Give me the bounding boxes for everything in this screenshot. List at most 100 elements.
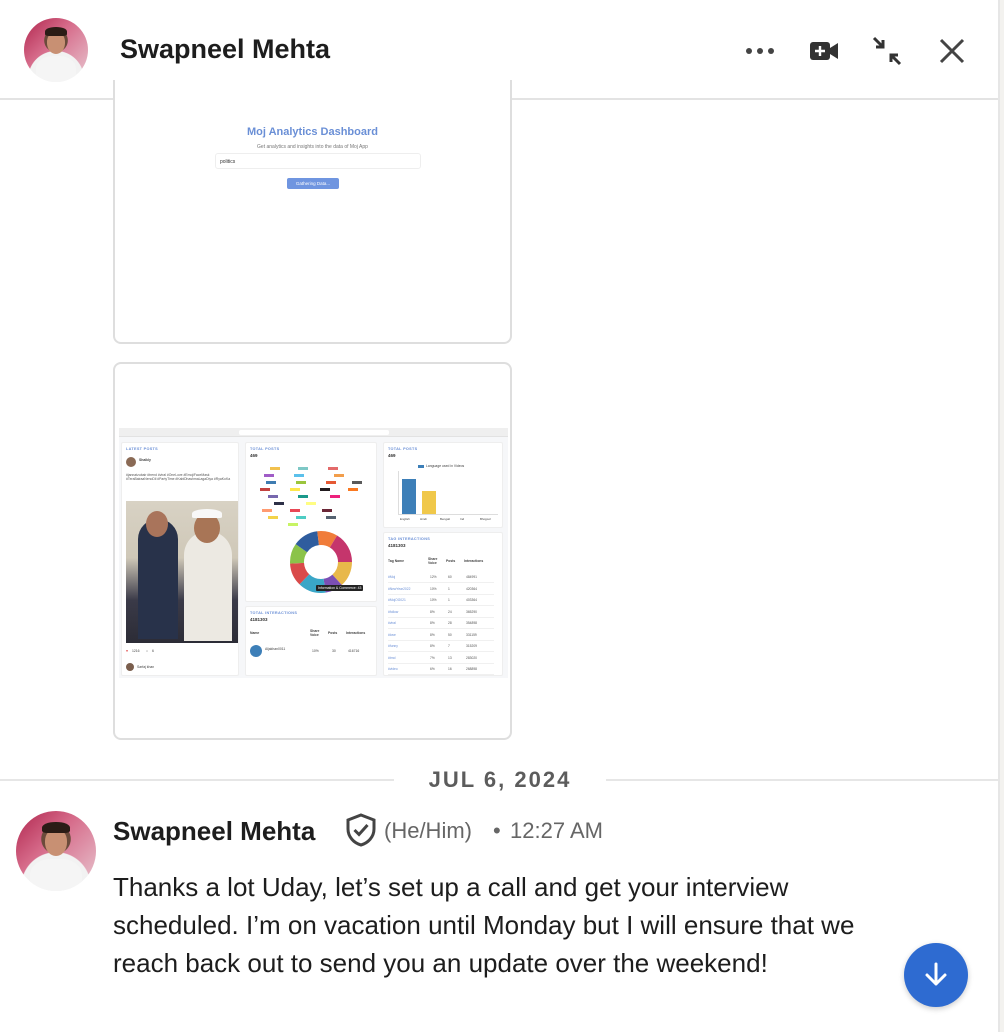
video-call-button[interactable] xyxy=(801,28,847,74)
close-button[interactable] xyxy=(929,28,975,74)
tag-name-cell: #love xyxy=(388,632,396,637)
interaction-user-share: 10% xyxy=(312,649,319,653)
tag-value-cell: 365290 xyxy=(466,609,478,614)
latest-posts-panel: LATEST POSTS Shaikly #jannatzubair #tren… xyxy=(121,442,239,676)
tag-value-cell: 8% xyxy=(430,644,435,648)
interaction-user-interactions: 416716 xyxy=(348,649,360,653)
bar-hindi xyxy=(422,490,436,514)
tag-value-cell: 8% xyxy=(430,632,435,637)
tag-name-cell: #MojOG021 xyxy=(388,598,406,602)
tag-row: #love 8% 50 331159 xyxy=(388,629,494,641)
tag-value-cell: 8% xyxy=(430,609,435,614)
tag-row: #follow 8% 24 365290 xyxy=(388,606,494,618)
tag-value-cell: 60 xyxy=(448,575,452,579)
tag-value-cell: 331159 xyxy=(466,632,477,637)
tag-header-name: Tag Name xyxy=(388,559,404,563)
second-user-avatar xyxy=(126,663,134,671)
tag-value-cell: 12% xyxy=(430,575,437,579)
date-divider-label: JUL 6, 2024 xyxy=(394,766,606,794)
tag-value-cell: 315209 xyxy=(466,644,478,648)
bar-label-ind: Ind xyxy=(460,517,465,521)
bar-english xyxy=(402,478,416,514)
close-icon xyxy=(939,38,965,64)
arrow-down-icon xyxy=(925,962,947,986)
interactions-header-name: Name xyxy=(250,631,260,635)
tag-value-cell: 6% xyxy=(430,667,435,671)
tag-row: #NewYear2022 10% 1 420364 xyxy=(388,583,494,595)
tag-value-cell: 13 xyxy=(448,655,452,660)
language-bar-labels: English Hindi Bengali Ind Bhojpuri xyxy=(398,517,498,523)
moj-title: Moj Analytics Dashboard xyxy=(246,126,378,138)
tag-header-share: Share Voice xyxy=(428,557,438,566)
total-posts-panel: TOTAL POSTS 469 Information & Commerce: … xyxy=(245,442,377,602)
message-sender-name[interactable]: Swapneel Mehta xyxy=(113,816,315,847)
interaction-user-name: Aljakhan0011 xyxy=(265,647,286,651)
tag-interactions-label: TAG INTERACTIONS xyxy=(388,537,431,541)
donut-tooltip: Information & Commerce: 43 xyxy=(316,585,364,592)
bar-label-english: English xyxy=(400,517,410,521)
post-photo xyxy=(126,501,238,643)
tag-value-cell: 10% xyxy=(430,586,437,591)
tag-header-interactions: Interactions xyxy=(464,559,484,563)
tag-value-cell: 50 xyxy=(448,632,452,637)
chart-legend-label: Language used in Videos xyxy=(426,464,465,468)
tag-interactions-panel: TAG INTERACTIONS 4181303 Tag Name Share … xyxy=(383,532,503,676)
total-interactions-panel: TOTAL INTERACTIONS 4181303 Name Share Vo… xyxy=(245,606,377,676)
post-user-name: Shaikly xyxy=(139,458,151,462)
tag-name-cell: #video xyxy=(388,667,398,671)
more-options-button[interactable] xyxy=(737,28,783,74)
chat-window: Swapneel Mehta Moj Analytics Dashboard G… xyxy=(0,0,1000,1032)
image-attachment-analytics-dashboard[interactable]: LATEST POSTS Shaikly #jannatzubair #tren… xyxy=(113,362,512,740)
total-posts-value: 469 xyxy=(250,453,258,458)
browser-toolbar xyxy=(119,428,508,437)
interactions-header-posts: Posts xyxy=(328,631,338,635)
total-interactions-value: 4181303 xyxy=(250,617,268,622)
video-camera-icon xyxy=(810,42,838,60)
dashboard-thumbnail: LATEST POSTS Shaikly #jannatzubair #tren… xyxy=(119,428,508,678)
total-posts-label-2: TOTAL POSTS xyxy=(388,447,418,451)
interaction-user-posts: 30 xyxy=(332,649,336,653)
latest-posts-label: LATEST POSTS xyxy=(126,447,159,451)
tag-row: #viral 8% 28 354898 xyxy=(388,617,494,629)
chart-legend-swatch xyxy=(418,465,424,468)
message-sender-avatar[interactable] xyxy=(16,811,96,891)
tag-row: #video 6% 16 268898 xyxy=(388,663,494,675)
moj-search-input: politics xyxy=(215,153,421,169)
tag-value-cell: 1 xyxy=(448,586,450,591)
moj-gather-button: Gathering Data... xyxy=(287,178,339,189)
tag-value-cell: 283020 xyxy=(466,655,478,660)
header-contact-name[interactable]: Swapneel Mehta xyxy=(120,34,330,65)
compress-arrows-icon xyxy=(872,36,902,66)
interaction-user-avatar xyxy=(250,645,262,657)
tag-value-cell: 28 xyxy=(448,621,452,625)
image-attachment-moj-dashboard[interactable]: Moj Analytics Dashboard Get analytics an… xyxy=(113,80,512,344)
post-hashtags: #jannatzubair #trend #viral #OneLove #Em… xyxy=(126,473,231,482)
moj-subtitle: Get analytics and insights into the data… xyxy=(257,144,368,150)
tag-row: #trnd 7% 13 283020 xyxy=(388,652,494,664)
tag-value-cell: 1 xyxy=(448,598,450,602)
tag-value-cell: 10% xyxy=(430,598,437,602)
interactions-header-interactions: Interactions xyxy=(346,631,366,635)
message-body: Thanks a lot Uday, let’s set up a call a… xyxy=(113,872,855,978)
tag-name-cell: #Moj xyxy=(388,575,396,579)
sender-pronouns: (He/Him) xyxy=(384,818,472,843)
interactions-header-share: Share Voice xyxy=(310,629,320,638)
meta-separator: • xyxy=(493,818,501,843)
tag-value-cell: 8% xyxy=(430,621,435,625)
minimize-button[interactable] xyxy=(864,28,910,74)
tag-interactions-value: 4181303 xyxy=(388,543,406,548)
verified-shield-icon xyxy=(346,813,376,847)
scroll-to-latest-button[interactable] xyxy=(904,943,968,1007)
category-legend xyxy=(260,467,362,526)
tag-value-cell: 7% xyxy=(430,655,435,660)
likes-count: 1216 xyxy=(132,649,140,653)
tag-value-cell: 420364 xyxy=(466,586,478,591)
heart-icon: ♥ xyxy=(126,649,129,653)
tag-row: #Moj 12% 60 484991 xyxy=(388,571,494,583)
total-posts-value-2: 469 xyxy=(388,453,396,458)
message-timestamp: 12:27 AM xyxy=(510,818,603,843)
tag-row: #MojOG021 10% 1 403364 xyxy=(388,594,494,606)
header-avatar[interactable] xyxy=(24,18,88,82)
tag-value-cell: 7 xyxy=(448,644,450,648)
tag-value-cell: 354898 xyxy=(466,621,478,625)
